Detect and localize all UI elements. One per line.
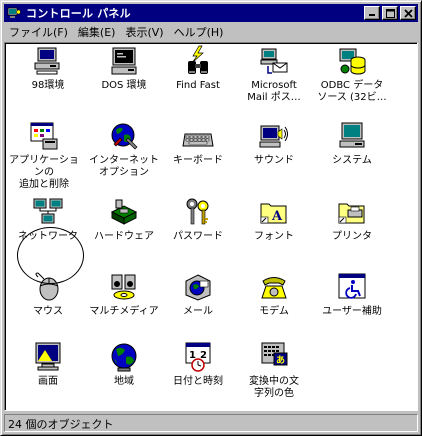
icon-label: 変換中の文 字列の色 — [249, 376, 299, 399]
keyboard-icon — [182, 133, 214, 147]
icon-item-regional[interactable]: 地域 — [85, 341, 163, 388]
icon-label: 画面 — [38, 376, 58, 387]
icon-item-hardware[interactable]: ハードウェア — [85, 196, 163, 243]
icon-item-printers[interactable]: プリンタ — [313, 196, 391, 243]
hardware-icon — [110, 199, 138, 225]
icon-label: パスワード — [173, 231, 223, 242]
svg-text:A: A — [271, 209, 283, 224]
status-text: 24 個のオブジェクト — [4, 414, 418, 432]
menu-edit[interactable]: 編集(E) — [73, 24, 121, 40]
computer-icon — [339, 122, 365, 148]
icon-label: マルチメディア — [89, 306, 159, 317]
telephone-icon — [261, 277, 287, 299]
icon-label: 98環境 — [31, 80, 65, 91]
display-icon — [35, 342, 61, 371]
minimize-icon — [369, 14, 375, 16]
icon-item-modem[interactable]: モデム — [235, 271, 313, 318]
network-icon — [33, 198, 63, 224]
close-button[interactable] — [400, 6, 416, 20]
add-remove-programs-icon — [30, 122, 58, 150]
calendar-clock-icon: 1 2 — [185, 342, 211, 372]
window-title: コントロール パネル — [26, 7, 131, 20]
status-bar: 24 個のオブジェクト — [4, 414, 418, 433]
icon-item-mail[interactable]: メール — [159, 271, 237, 318]
icon-label: Find Fast — [176, 80, 220, 91]
icon-label: プリンタ — [332, 231, 372, 242]
control-panel-icon — [6, 6, 22, 20]
icon-item-sound[interactable]: サウンド — [235, 120, 313, 167]
mail-icon — [185, 274, 211, 301]
icon-item-multimedia[interactable]: マルチメディア — [85, 271, 163, 318]
control-panel-window: コントロール パネル ファイル(F) 編集(E) 表示(V) ヘルプ(H) 98… — [0, 0, 422, 436]
title-bar[interactable]: コントロール パネル — [4, 4, 418, 22]
icon-label: ODBC データ ソース (32ビ… — [317, 80, 387, 103]
icon-label: ハードウェア — [94, 231, 154, 242]
maximize-button[interactable] — [382, 6, 398, 20]
minimize-button[interactable] — [364, 6, 380, 20]
menu-bar: ファイル(F) 編集(E) 表示(V) ヘルプ(H) — [4, 23, 418, 41]
icon-item-internet[interactable]: インターネット オプション — [85, 120, 163, 179]
icon-item-ime-color[interactable]: あ 変換中の文 字列の色 — [235, 341, 313, 400]
icon-item-fonts[interactable]: A フォント — [235, 196, 313, 243]
icon-label: DOS 環境 — [101, 80, 147, 91]
menu-file[interactable]: ファイル(F) — [4, 24, 73, 40]
icon-label: システム — [332, 155, 372, 166]
ime-color-icon: あ — [261, 342, 288, 366]
dos-monitor-icon — [111, 47, 137, 75]
pc98-computer-icon — [34, 47, 60, 75]
icon-item-dos[interactable]: DOS 環境 — [85, 45, 163, 92]
close-icon — [403, 8, 413, 18]
icon-label: インターネット オプション — [89, 155, 159, 178]
icon-label: モデム — [259, 306, 289, 317]
icon-view: 98環境 DOS 環境 Find Fast Microsoft Mail ポス…… — [4, 42, 418, 411]
icon-label: メール — [183, 306, 213, 317]
icon-label: サウンド — [254, 155, 294, 166]
icon-item-display[interactable]: 画面 — [9, 341, 87, 388]
icon-item-ms-mail[interactable]: Microsoft Mail ポス… — [235, 45, 313, 104]
wheelchair-icon — [338, 273, 366, 299]
network-highlight-circle — [17, 227, 84, 284]
icon-label: アプリケーションの 追加と削除 — [9, 155, 79, 190]
globe-tools-icon — [111, 123, 138, 150]
icon-item-find-fast[interactable]: Find Fast — [159, 45, 237, 92]
icon-label: マウス — [33, 306, 63, 317]
odbc-database-icon — [339, 48, 366, 75]
icon-item-datetime[interactable]: 1 2 日付と時刻 — [159, 341, 237, 388]
printer-folder-icon — [338, 203, 365, 224]
icon-item-keyboard[interactable]: キーボード — [159, 120, 237, 167]
svg-text:あ: あ — [276, 355, 285, 366]
icon-label: ユーザー補助 — [322, 306, 382, 317]
icon-item-odbc[interactable]: ODBC データ ソース (32ビ… — [313, 45, 391, 104]
icon-item-system[interactable]: システム — [313, 120, 391, 167]
keys-icon — [186, 198, 209, 225]
speaker-icon — [259, 125, 288, 148]
binoculars-icon — [188, 45, 208, 74]
icon-label: 地域 — [114, 376, 134, 387]
multimedia-icon — [111, 274, 136, 300]
icon-label: フォント — [254, 231, 294, 242]
icon-label: 日付と時刻 — [173, 376, 223, 387]
maximize-icon — [385, 8, 395, 18]
menu-view[interactable]: 表示(V) — [120, 24, 168, 40]
icon-item-add-remove[interactable]: アプリケーションの 追加と削除 — [5, 120, 83, 191]
icon-item-accessibility[interactable]: ユーザー補助 — [313, 271, 391, 318]
earth-icon — [111, 343, 137, 372]
menu-help[interactable]: ヘルプ(H) — [169, 24, 229, 40]
mail-post-icon — [260, 48, 288, 74]
icon-item-98env[interactable]: 98環境 — [9, 45, 87, 92]
icon-label: Microsoft Mail ポス… — [247, 80, 301, 103]
icon-label: キーボード — [173, 155, 223, 166]
fonts-folder-icon: A — [260, 203, 287, 224]
icon-item-password[interactable]: パスワード — [159, 196, 237, 243]
